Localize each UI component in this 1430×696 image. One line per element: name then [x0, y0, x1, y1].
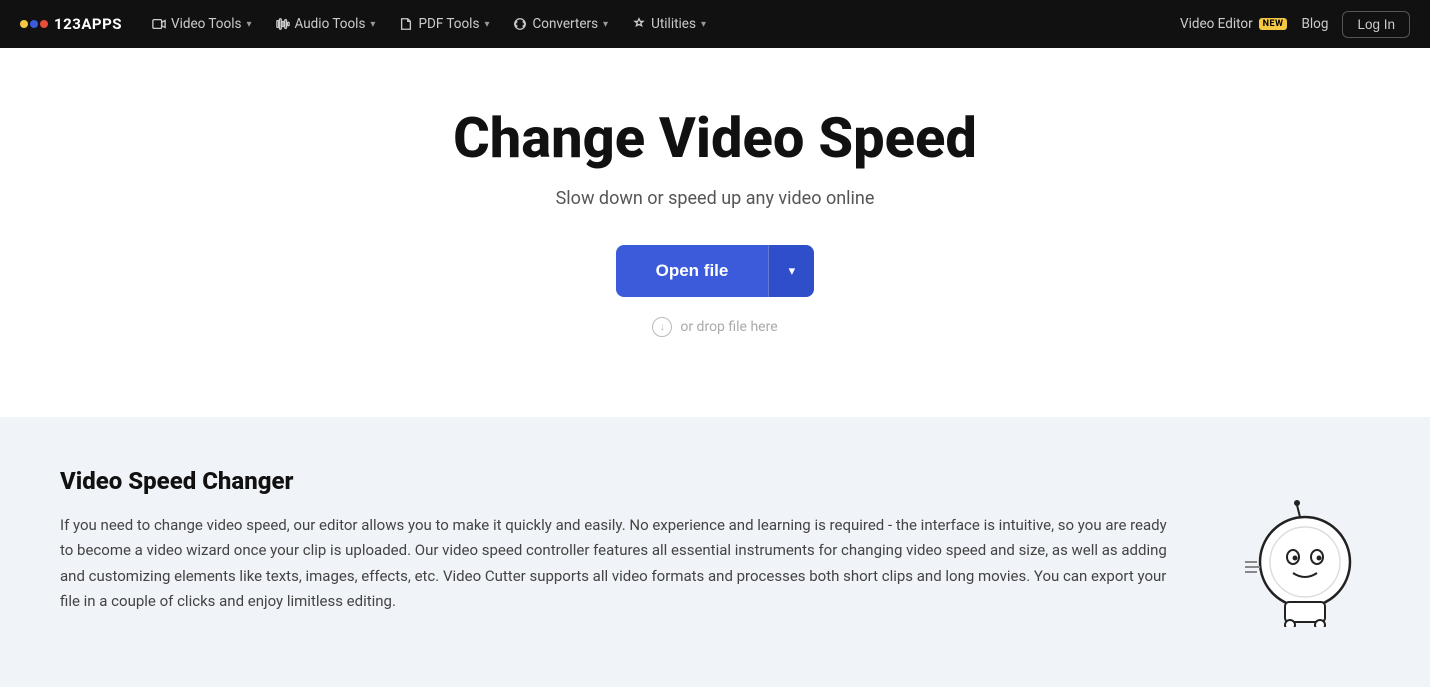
hero-section: Change Video Speed Slow down or speed up…	[0, 48, 1430, 417]
nav-converters[interactable]: Converters ▾	[503, 10, 618, 38]
open-file-group: Open file ▾	[616, 245, 815, 297]
video-icon	[152, 17, 166, 31]
audio-icon	[276, 17, 290, 31]
logo[interactable]: 123APPS	[20, 15, 122, 33]
nav-utilities[interactable]: Utilities ▾	[622, 10, 716, 38]
nav-video-editor-link[interactable]: Video Editor NEW	[1180, 16, 1288, 32]
pdf-tools-chevron: ▾	[484, 19, 489, 30]
info-body: If you need to change video speed, our e…	[60, 513, 1170, 615]
nav-audio-tools[interactable]: Audio Tools ▾	[266, 10, 386, 38]
logo-dot-yellow	[20, 20, 28, 28]
info-section: Video Speed Changer If you need to chang…	[0, 417, 1430, 687]
audio-tools-chevron: ▾	[370, 19, 375, 30]
login-button[interactable]: Log In	[1342, 11, 1410, 38]
converters-chevron: ▾	[603, 19, 608, 30]
logo-dot-blue	[30, 20, 38, 28]
info-title: Video Speed Changer	[60, 467, 1170, 495]
utilities-chevron: ▾	[701, 19, 706, 30]
open-file-dropdown-button[interactable]: ▾	[768, 245, 814, 297]
nav-right: Video Editor NEW Blog Log In	[1180, 11, 1410, 38]
info-text: Video Speed Changer If you need to chang…	[60, 467, 1170, 615]
pdf-icon	[399, 17, 413, 31]
logo-dots	[20, 20, 48, 28]
new-badge: NEW	[1259, 18, 1288, 30]
logo-text: 123APPS	[54, 15, 122, 33]
drop-icon: ↓	[652, 317, 672, 337]
open-file-button[interactable]: Open file	[616, 245, 769, 297]
hero-subtitle: Slow down or speed up any video online	[556, 188, 875, 209]
converters-icon	[513, 17, 527, 31]
logo-dot-red	[40, 20, 48, 28]
nav-video-tools[interactable]: Video Tools ▾	[142, 10, 262, 38]
navbar: 123APPS Video Tools ▾ Audio Tools ▾ PDF …	[0, 0, 1430, 48]
drop-hint: ↓ or drop file here	[652, 317, 777, 337]
video-tools-chevron: ▾	[246, 19, 251, 30]
speed-changer-illustration	[1215, 477, 1365, 627]
nav-blog-link[interactable]: Blog	[1301, 16, 1328, 32]
utilities-icon	[632, 17, 646, 31]
info-illustration	[1210, 467, 1370, 627]
chevron-down-icon: ▾	[789, 263, 796, 279]
nav-pdf-tools[interactable]: PDF Tools ▾	[389, 10, 499, 38]
hero-title: Change Video Speed	[453, 108, 977, 170]
